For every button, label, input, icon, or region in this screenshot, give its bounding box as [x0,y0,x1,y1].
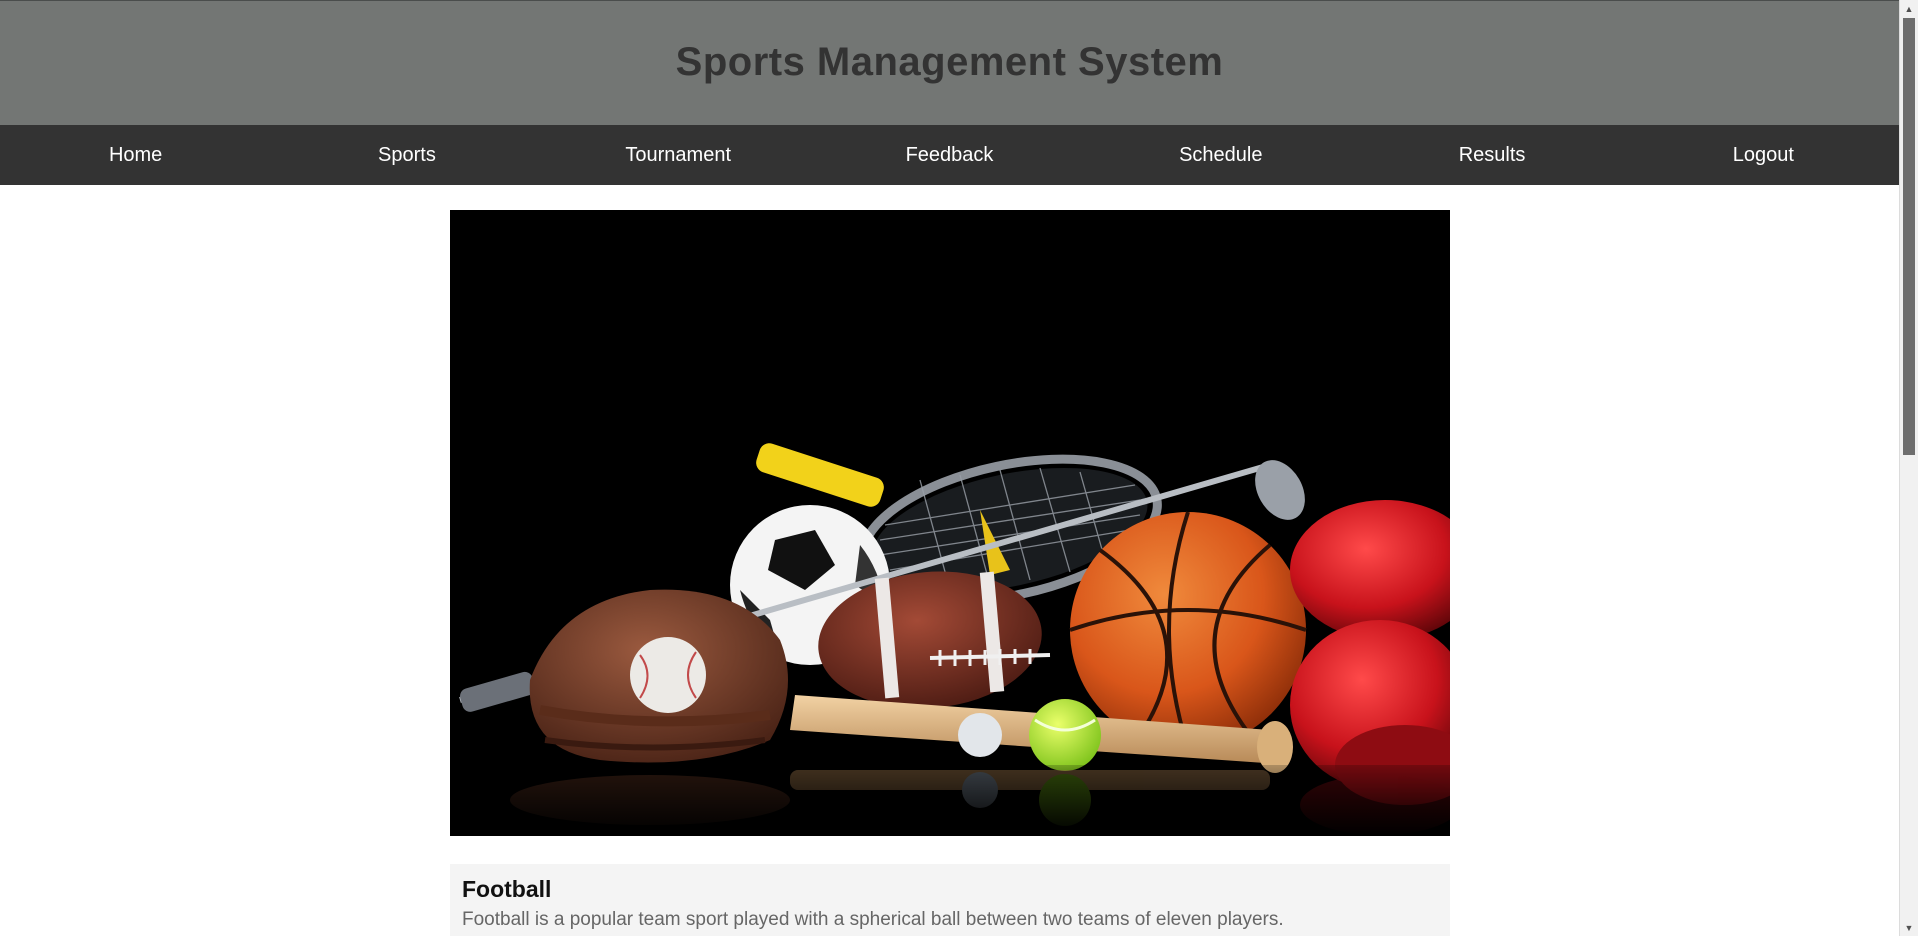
page: Sports Management System Home Sports Tou… [0,0,1899,936]
sport-card: Football Football is a popular team spor… [450,864,1450,936]
scroll-up-arrow-icon[interactable]: ▲ [1900,0,1918,17]
nav-results[interactable]: Results [1356,125,1627,185]
main-content: Football Football is a popular team spor… [450,210,1450,936]
nav-tournament[interactable]: Tournament [543,125,814,185]
nav-feedback[interactable]: Feedback [814,125,1085,185]
vertical-scrollbar[interactable]: ▲ ▼ [1899,0,1918,936]
sport-card-description: Football is a popular team sport played … [462,909,1284,930]
nav-schedule[interactable]: Schedule [1085,125,1356,185]
site-title: Sports Management System [675,39,1224,84]
scroll-down-arrow-icon[interactable]: ▼ [1900,919,1918,936]
nav-sports[interactable]: Sports [271,125,542,185]
scroll-thumb[interactable] [1903,18,1915,455]
nav-logout[interactable]: Logout [1628,125,1899,185]
site-header: Sports Management System [0,1,1899,125]
hero-image [450,210,1450,836]
sport-card-title: Football [462,876,552,902]
nav-home[interactable]: Home [0,125,271,185]
main-nav: Home Sports Tournament Feedback Schedule… [0,125,1899,185]
